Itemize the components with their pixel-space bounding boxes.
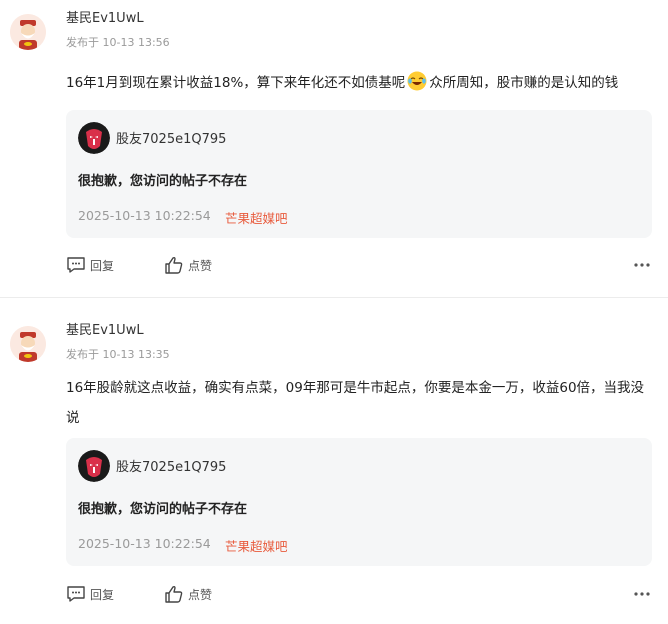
like-button[interactable]: 点赞 <box>164 254 212 276</box>
comment-text: 16年股龄就这点收益，确实有点菜，09年那可是牛市起点，你要是本金一万，收益60… <box>66 380 645 426</box>
quoted-source-link[interactable]: 芒果超媒吧 <box>225 536 288 555</box>
post-time: 发布于 10-13 13:35 <box>66 348 170 361</box>
post-time: 发布于 10-13 13:56 <box>66 36 170 49</box>
comment-icon <box>67 586 85 602</box>
author-name[interactable]: 基民Ev1UwL <box>66 10 144 28</box>
quoted-reply-card[interactable]: 股友7025e1Q795 很抱歉，您访问的帖子不存在 2025-10-13 10… <box>66 110 652 238</box>
more-options-button[interactable] <box>632 254 652 276</box>
opera-mask-avatar-icon <box>78 450 110 482</box>
author-name[interactable]: 基民Ev1UwL <box>66 322 144 340</box>
comment-icon <box>67 257 85 273</box>
comment-item: 基民Ev1UwL 发布于 10-13 13:56 16年1月到现在累计收益18%… <box>0 0 668 297</box>
quoted-source-link[interactable]: 芒果超媒吧 <box>225 208 288 227</box>
like-button[interactable]: 点赞 <box>164 583 212 605</box>
like-label: 点赞 <box>188 587 213 602</box>
more-dots-icon <box>634 592 650 596</box>
comment-actions: 回复 点赞 <box>66 254 652 276</box>
thumbs-up-icon <box>165 585 183 603</box>
more-options-button[interactable] <box>632 583 652 605</box>
comment-text-part-2: 众所周知，股市赚的是认知的钱 <box>429 75 619 91</box>
more-dots-icon <box>634 263 650 267</box>
fortune-god-avatar-icon <box>10 14 46 50</box>
reply-button[interactable]: 回复 <box>66 254 114 276</box>
like-label: 点赞 <box>188 258 213 273</box>
laughing-tears-emoji-icon <box>407 71 427 91</box>
fortune-god-avatar-icon <box>10 326 46 362</box>
quoted-user-name[interactable]: 股友7025e1Q795 <box>116 128 226 147</box>
reply-label: 回复 <box>90 587 115 602</box>
comment-text-part-1: 16年1月到现在累计收益18%，算下来年化还不如债基呢 <box>66 75 406 91</box>
reply-label: 回复 <box>90 258 115 273</box>
quoted-user-avatar[interactable] <box>78 450 110 482</box>
quoted-post-time: 2025-10-13 10:22:54 <box>78 208 211 223</box>
quoted-post-text: 很抱歉，您访问的帖子不存在 <box>78 502 248 517</box>
comment-actions: 回复 点赞 <box>66 583 652 605</box>
quoted-post-text: 很抱歉，您访问的帖子不存在 <box>78 174 248 189</box>
reply-button[interactable]: 回复 <box>66 583 114 605</box>
comment-text: 16年1月到现在累计收益18%，算下来年化还不如债基呢 众所周知，股市赚的是认知的… <box>66 68 646 98</box>
comment-item: 基民Ev1UwL 发布于 10-13 13:35 16年股龄就这点收益，确实有点… <box>0 298 668 624</box>
quoted-user-name[interactable]: 股友7025e1Q795 <box>116 456 226 475</box>
quoted-post-time: 2025-10-13 10:22:54 <box>78 536 211 551</box>
avatar[interactable] <box>10 14 46 50</box>
quoted-reply-card[interactable]: 股友7025e1Q795 很抱歉，您访问的帖子不存在 2025-10-13 10… <box>66 438 652 566</box>
thumbs-up-icon <box>165 256 183 274</box>
avatar[interactable] <box>10 326 46 362</box>
quoted-user-avatar[interactable] <box>78 122 110 154</box>
opera-mask-avatar-icon <box>78 122 110 154</box>
